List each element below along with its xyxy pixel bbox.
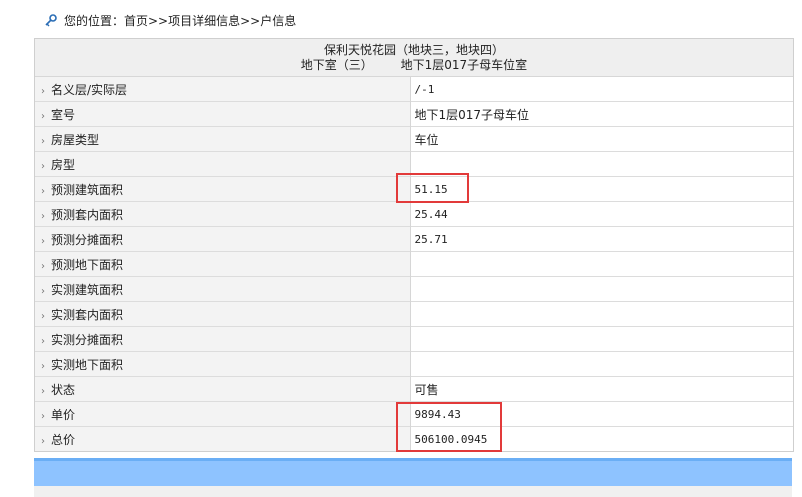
row-value: 可售 (414, 382, 439, 397)
row-label-cell: › 预测建筑面积 (35, 176, 411, 202)
table-row: › 室号 地下1层017子母车位 (35, 101, 793, 127)
row-value-cell: 25.44 (410, 201, 793, 227)
chevron-right-icon: › (41, 410, 45, 422)
chevron-right-icon: › (41, 310, 45, 322)
row-value: 车位 (414, 132, 439, 147)
row-value-cell: 车位 (410, 126, 793, 152)
row-label: 预测套内面积 (51, 207, 124, 222)
row-label-cell: › 实测建筑面积 (35, 276, 411, 302)
row-label-cell: › 室号 (35, 101, 411, 127)
row-value: 25.71 (414, 233, 448, 246)
house-info-header: 保利天悦花园（地块三，地块四） 地下室（三） 地下1层017子母车位室 (35, 39, 793, 77)
table-row: › 预测分摊面积 25.71 (35, 226, 793, 252)
table-row: › 实测建筑面积 (35, 276, 793, 302)
bottom-bar (34, 458, 792, 486)
row-label-cell: › 状态 (35, 376, 411, 402)
row-label: 总价 (51, 432, 76, 447)
key-icon (44, 13, 58, 27)
row-value: 25.44 (414, 208, 448, 221)
table-row: › 实测地下面积 (35, 351, 793, 377)
chevron-right-icon: › (41, 160, 45, 172)
chevron-right-icon: › (41, 435, 45, 447)
table-row: › 实测分摊面积 (35, 326, 793, 352)
row-label-cell: › 预测地下面积 (35, 251, 411, 277)
row-value-cell: 可售 (410, 376, 793, 402)
row-label: 单价 (51, 407, 76, 422)
chevron-right-icon: › (41, 335, 45, 347)
row-label-cell: › 名义层/实际层 (35, 77, 411, 102)
house-info-table: › 名义层/实际层 /-1 › 室号 地下1层017子母车位 › 房屋类型 车位 › 房型 › 预测建筑… (35, 77, 793, 451)
row-value-cell: 25.71 (410, 226, 793, 252)
table-row: › 预测套内面积 25.44 (35, 201, 793, 227)
chevron-right-icon: › (41, 260, 45, 272)
row-label-cell: › 房型 (35, 151, 411, 177)
row-label: 名义层/实际层 (51, 82, 128, 97)
highlight-box-predicted-area (396, 173, 469, 203)
house-info-panel: 保利天悦花园（地块三，地块四） 地下室（三） 地下1层017子母车位室 › 名义层… (34, 38, 794, 452)
project-title: 保利天悦花园（地块三，地块四） (323, 43, 504, 57)
row-label: 预测分摊面积 (51, 232, 124, 247)
row-label: 房型 (51, 157, 76, 172)
room-name: 地下1层017子母车位室 (400, 58, 528, 72)
row-label-cell: › 预测分摊面积 (35, 226, 411, 252)
chevron-right-icon: › (41, 360, 45, 372)
chevron-right-icon: › (41, 235, 45, 247)
row-value-cell: /-1 (410, 77, 793, 102)
row-label: 预测建筑面积 (51, 182, 124, 197)
row-label: 室号 (51, 107, 76, 122)
table-row: › 名义层/实际层 /-1 (35, 77, 793, 102)
row-label-cell: › 实测地下面积 (35, 351, 411, 377)
row-label: 实测套内面积 (51, 307, 124, 322)
chevron-right-icon: › (41, 85, 45, 97)
table-row: › 房屋类型 车位 (35, 126, 793, 152)
row-label: 状态 (51, 382, 76, 397)
row-value-cell (410, 301, 793, 327)
row-value-cell (410, 351, 793, 377)
chevron-right-icon: › (41, 110, 45, 122)
row-label: 预测地下面积 (51, 257, 124, 272)
table-row: › 实测套内面积 (35, 301, 793, 327)
row-label: 实测地下面积 (51, 357, 124, 372)
chevron-right-icon: › (41, 210, 45, 222)
row-value-cell (410, 326, 793, 352)
chevron-right-icon: › (41, 185, 45, 197)
highlight-box-prices (396, 402, 502, 452)
breadcrumb-text[interactable]: 您的位置：首页>>项目详细信息>>户信息 (64, 12, 296, 29)
row-label-cell: › 总价 (35, 426, 411, 451)
chevron-right-icon: › (41, 385, 45, 397)
chevron-right-icon: › (41, 285, 45, 297)
row-label-cell: › 实测分摊面积 (35, 326, 411, 352)
row-value: /-1 (414, 83, 435, 96)
row-value: 地下1层017子母车位 (414, 107, 530, 122)
table-row: › 状态 可售 (35, 376, 793, 402)
row-label-cell: › 实测套内面积 (35, 301, 411, 327)
building-name: 地下室（三） (300, 58, 373, 72)
unit-subtitle: 地下室（三） 地下1层017子母车位室 (35, 58, 793, 73)
row-label: 房屋类型 (51, 132, 100, 147)
row-label-cell: › 单价 (35, 401, 411, 427)
row-label-cell: › 房屋类型 (35, 126, 411, 152)
chevron-right-icon: › (41, 135, 45, 147)
table-row: › 预测地下面积 (35, 251, 793, 277)
row-value-cell (410, 276, 793, 302)
row-label: 实测分摊面积 (51, 332, 124, 347)
breadcrumb: 您的位置：首页>>项目详细信息>>户信息 (44, 10, 296, 30)
row-value-cell: 地下1层017子母车位 (410, 101, 793, 127)
row-value-cell (410, 251, 793, 277)
bottom-strip (34, 486, 792, 497)
row-label: 实测建筑面积 (51, 282, 124, 297)
row-label-cell: › 预测套内面积 (35, 201, 411, 227)
